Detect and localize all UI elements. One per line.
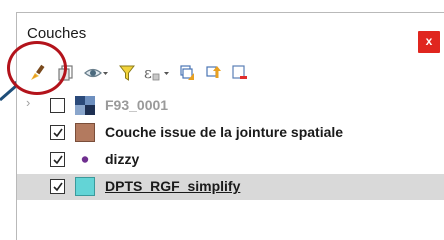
expand-all-icon[interactable] [177,61,199,85]
layer-checkbox[interactable] [50,98,65,113]
layer-name[interactable]: F93_0001 [105,97,168,113]
layers-toolbar: ε [17,61,444,87]
layer-row-jointure[interactable]: Couche issue de la jointure spatiale [17,120,444,146]
point-layer-icon [75,150,95,169]
collapse-all-icon[interactable] [203,61,225,85]
layer-checkbox[interactable] [50,125,65,140]
filter-expression-icon[interactable]: ε [141,61,173,85]
layer-checkbox[interactable] [50,179,65,194]
eye-visibility-icon[interactable] [83,61,111,85]
polygon-layer-icon [75,177,95,196]
filter-icon[interactable] [117,61,137,85]
layer-row-f93[interactable]: › F93_0001 [17,93,444,119]
expand-arrow-icon[interactable]: › [26,95,30,110]
layer-checkbox[interactable] [50,152,65,167]
layer-name[interactable]: DPTS_RGF_simplify [105,178,240,194]
svg-text:ε: ε [144,64,152,82]
layer-row-dizzy[interactable]: dizzy [17,147,444,173]
layers-panel: Couches x ε › F93_0001 Couche issue de l… [16,12,444,240]
panel-title-bar: Couches x [17,13,444,59]
layer-row-dpts[interactable]: DPTS_RGF_simplify [17,174,444,200]
remove-layer-icon[interactable] [229,61,251,85]
panel-title: Couches [27,25,87,42]
layer-name[interactable]: Couche issue de la jointure spatiale [105,124,343,140]
polygon-layer-icon [75,123,95,142]
close-button[interactable]: x [418,31,440,53]
layer-name[interactable]: dizzy [105,151,139,167]
raster-layer-icon [75,96,95,115]
highlight-circle [7,41,67,95]
